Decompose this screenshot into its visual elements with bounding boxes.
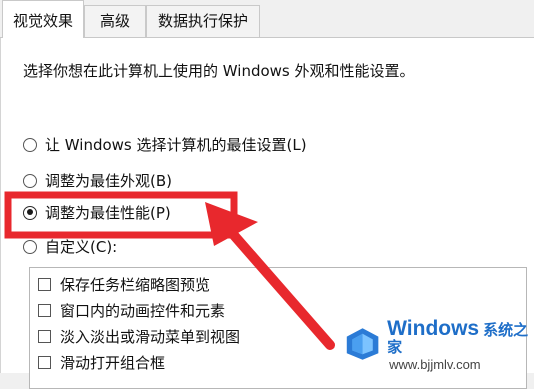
checkbox[interactable] <box>38 278 51 291</box>
radio-custom[interactable]: 自定义(C): <box>23 236 117 257</box>
list-item-fade-menus[interactable]: 淡入淡出或滑动菜单到视图 <box>38 326 240 347</box>
radio-best-performance[interactable]: 调整为最佳性能(P) <box>23 202 171 223</box>
checkbox-label: 滑动打开组合框 <box>60 354 166 372</box>
radio-circle[interactable] <box>23 239 37 254</box>
tab-strip: 视觉效果 高级 数据执行保护 <box>0 0 534 38</box>
radio-label: 调整为最佳外观(B) <box>45 172 172 190</box>
radio-label: 自定义(C): <box>45 238 118 256</box>
watermark-url: www.bjjmlv.com <box>389 356 481 372</box>
checkbox[interactable] <box>38 304 51 317</box>
checkbox[interactable] <box>38 356 51 369</box>
watermark-brand: Windows <box>387 316 480 340</box>
radio-label: 让 Windows 选择计算机的最佳设置(L) <box>45 136 307 154</box>
watermark-text: Windows 系统之家 www.bjjmlv.com <box>387 318 532 371</box>
tab-visual-effects[interactable]: 视觉效果 <box>2 0 84 38</box>
tab-advanced[interactable]: 高级 <box>84 5 146 37</box>
panel-description: 选择你想在此计算机上使用的 Windows 外观和性能设置。 <box>23 62 415 80</box>
watermark: Windows 系统之家 www.bjjmlv.com <box>344 318 532 371</box>
radio-circle[interactable] <box>23 137 37 152</box>
checkbox-label: 保存任务栏缩略图预览 <box>60 276 211 294</box>
windows-logo-icon <box>346 328 379 360</box>
radio-best-appearance[interactable]: 调整为最佳外观(B) <box>23 170 172 191</box>
list-item-slide-combo[interactable]: 滑动打开组合框 <box>38 352 165 373</box>
checkbox-label: 淡入淡出或滑动菜单到视图 <box>60 328 241 346</box>
radio-label: 调整为最佳性能(P) <box>45 204 171 222</box>
checkbox-label: 窗口内的动画控件和元素 <box>60 302 226 320</box>
checkbox[interactable] <box>38 330 51 343</box>
list-item-animate-controls[interactable]: 窗口内的动画控件和元素 <box>38 300 225 321</box>
radio-circle[interactable] <box>23 173 37 188</box>
list-item-taskbar-thumbnails[interactable]: 保存任务栏缩略图预览 <box>38 274 210 295</box>
tab-dep[interactable]: 数据执行保护 <box>146 5 260 37</box>
radio-let-windows-choose[interactable]: 让 Windows 选择计算机的最佳设置(L) <box>23 134 307 155</box>
radio-circle-checked[interactable] <box>23 205 37 220</box>
